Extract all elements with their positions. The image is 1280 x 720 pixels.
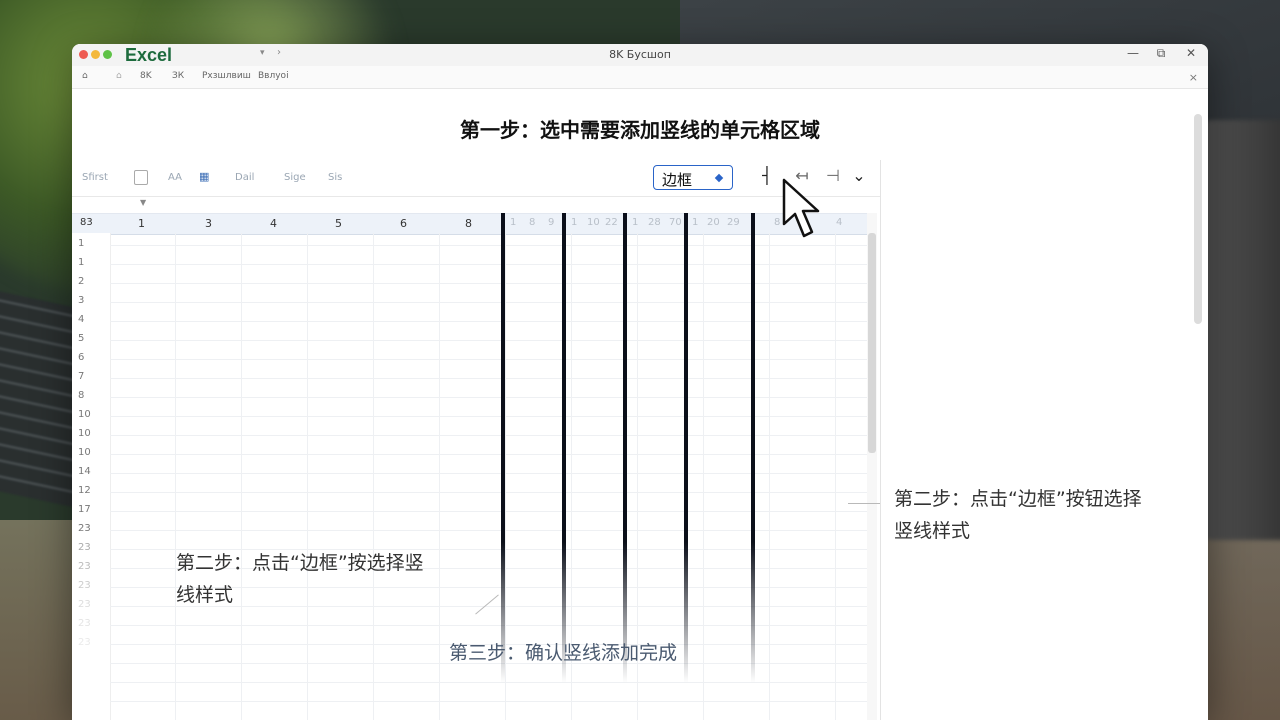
- border-button[interactable]: 边框: [653, 165, 733, 190]
- column-header-cell[interactable]: 10: [587, 217, 600, 228]
- window-scrollbar[interactable]: [1194, 104, 1202, 704]
- row-header-cell[interactable]: 8: [78, 390, 102, 401]
- border-button-label: 边框: [662, 171, 693, 189]
- column-header-cell[interactable]: 20: [707, 217, 720, 228]
- maximize-button[interactable]: ⧉: [1152, 46, 1170, 61]
- grid-icon[interactable]: ▦: [199, 170, 209, 183]
- row-header-cell[interactable]: 1: [78, 257, 102, 268]
- row-header-cell[interactable]: 23: [78, 637, 102, 648]
- ribbon-item-first[interactable]: Sfirst: [82, 172, 108, 183]
- window-title: 8K Бусшоп: [609, 48, 671, 61]
- vertical-border-line: [684, 213, 688, 683]
- close-button[interactable]: ✕: [1182, 46, 1200, 60]
- triangle-down-icon: ▼: [140, 198, 147, 207]
- row-header-cell[interactable]: 10: [78, 409, 102, 420]
- column-header-cell[interactable]: 1: [632, 217, 638, 228]
- step-three-note: 第三步：确认竖线添加完成: [449, 642, 678, 664]
- column-header-cell[interactable]: 29: [727, 217, 740, 228]
- formula-row: ▼: [72, 196, 880, 212]
- toolbar-item-view[interactable]: Ввлуоі: [258, 71, 289, 81]
- select-all-corner[interactable]: 83: [80, 217, 93, 228]
- column-header-cell[interactable]: 70: [669, 217, 682, 228]
- toolbar-item-3k[interactable]: ЗК: [172, 71, 184, 81]
- row-header: 1 1 2 3 4 5 6 7 8 10 10 10 14 12 17 23 2…: [72, 233, 111, 720]
- row-header-cell[interactable]: 23: [78, 599, 102, 610]
- column-header-cell[interactable]: 8: [529, 217, 535, 228]
- row-header-cell[interactable]: 14: [78, 466, 102, 477]
- row-header-cell[interactable]: 23: [78, 561, 102, 572]
- window-scrollbar-thumb[interactable]: [1194, 114, 1202, 324]
- row-header-cell[interactable]: 12: [78, 485, 102, 496]
- row-header-cell[interactable]: 17: [78, 504, 102, 515]
- sheet-scrollbar-thumb[interactable]: [868, 233, 876, 453]
- title-bar: Excel ▾ › 8K Бусшоп — ⧉ ✕: [72, 44, 1208, 67]
- column-header-cell[interactable]: 1: [138, 217, 145, 230]
- column-header-cell[interactable]: 6: [400, 217, 407, 230]
- ribbon-item-sis[interactable]: Sis: [328, 172, 342, 183]
- row-header-cell[interactable]: 5: [78, 333, 102, 344]
- minimize-button[interactable]: —: [1124, 46, 1142, 60]
- vertical-border-line: [751, 213, 755, 683]
- ribbon-item-aa[interactable]: AA: [168, 172, 182, 183]
- row-header-cell[interactable]: 23: [78, 618, 102, 629]
- column-header-cell[interactable]: 22: [605, 217, 618, 228]
- vertical-border-line: [623, 213, 627, 683]
- row-header-cell[interactable]: 4: [78, 314, 102, 325]
- row-header-cell[interactable]: 1: [78, 238, 102, 249]
- step-two-note-right: 第二步：点击“边框”按钮选择竖线样式: [894, 488, 1142, 542]
- column-header-cell[interactable]: 9: [548, 217, 554, 228]
- row-header-cell[interactable]: 3: [78, 295, 102, 306]
- spreadsheet: Sfirst AA ▦ Dail Sige Sis 边框 ┤ ↤ ⊣ ⌄ ▼ 8…: [72, 160, 881, 720]
- chevron-down-icon[interactable]: ⌄: [850, 166, 868, 185]
- row-header-cell[interactable]: 6: [78, 352, 102, 363]
- checkbox-icon[interactable]: [134, 170, 148, 185]
- row-header-cell[interactable]: 23: [78, 523, 102, 534]
- row-header-cell[interactable]: 10: [78, 428, 102, 439]
- column-header-cell[interactable]: 8: [465, 217, 472, 230]
- vertical-border-line: [501, 213, 505, 683]
- ribbon-item-sige[interactable]: Sige: [284, 172, 306, 183]
- row-header-cell[interactable]: 23: [78, 580, 102, 591]
- toolbar-item-review[interactable]: Рхзшлвиш: [202, 71, 251, 81]
- step-two-note-left: 第二步：点击“边框”按选择竖线样式: [176, 552, 424, 606]
- mouse-pointer-icon: [782, 178, 820, 238]
- step-one-heading: 第一步：选中需要添加竖线的单元格区域: [460, 118, 820, 142]
- column-header-cell[interactable]: 1: [692, 217, 698, 228]
- column-header-cell[interactable]: 1: [571, 217, 577, 228]
- row-header-cell[interactable]: 10: [78, 447, 102, 458]
- close-icon[interactable]: ×: [1189, 71, 1198, 84]
- column-header-cell[interactable]: 4: [270, 217, 277, 230]
- vertical-border-line: [562, 213, 566, 683]
- home-outline-icon[interactable]: ⌂: [116, 71, 122, 81]
- column-header-cell[interactable]: 3: [205, 217, 212, 230]
- dropdown-diamond-icon: [714, 173, 724, 183]
- quick-toolbar: ⌂ ⌂ 8K ЗК Рхзшлвиш Ввлуоі ×: [72, 66, 1208, 89]
- column-header-cell[interactable]: 28: [648, 217, 661, 228]
- toolbar-item-8k[interactable]: 8K: [140, 71, 152, 81]
- right-border-icon[interactable]: ┤: [758, 166, 776, 185]
- ribbon-item-dail[interactable]: Dail: [235, 172, 254, 183]
- sheet-scrollbar[interactable]: [867, 213, 877, 720]
- row-header-cell[interactable]: 23: [78, 542, 102, 553]
- column-header-cell[interactable]: 1: [510, 217, 516, 228]
- home-icon[interactable]: ⌂: [82, 71, 88, 81]
- connector-line: [848, 503, 880, 504]
- row-header-cell[interactable]: 2: [78, 276, 102, 287]
- column-header-cell[interactable]: 5: [335, 217, 342, 230]
- column-header: 83 1 3 4 5 6 8 1 8 9 1 10 22 1 28 70 1 2…: [72, 213, 867, 235]
- excel-window: Excel ▾ › 8K Бусшоп — ⧉ ✕ ⌂ ⌂ 8K ЗК Рхзш…: [72, 44, 1208, 720]
- ribbon: Sfirst AA ▦ Dail Sige Sis 边框 ┤ ↤ ⊣ ⌄: [72, 160, 880, 197]
- row-header-cell[interactable]: 7: [78, 371, 102, 382]
